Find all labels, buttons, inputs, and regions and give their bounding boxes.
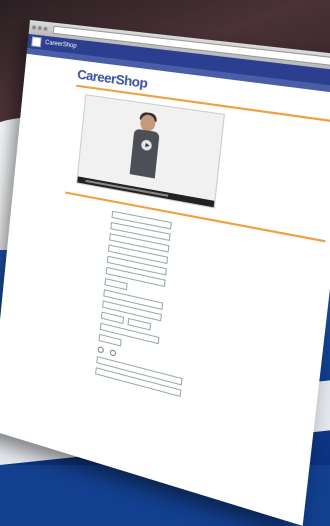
reload-icon[interactable] — [43, 26, 48, 32]
main-content: CareerShop — [40, 59, 330, 439]
back-icon[interactable] — [31, 25, 37, 30]
video-player[interactable] — [76, 94, 226, 209]
forward-icon[interactable] — [37, 25, 42, 31]
video-controls[interactable] — [77, 176, 215, 208]
gender-radio[interactable] — [109, 348, 117, 357]
site-logo-icon — [31, 36, 42, 48]
site-name: CareerShop — [44, 39, 77, 50]
gender-radio[interactable] — [97, 345, 105, 354]
presenter-body — [129, 128, 160, 179]
video-progress-bar[interactable] — [85, 179, 169, 197]
